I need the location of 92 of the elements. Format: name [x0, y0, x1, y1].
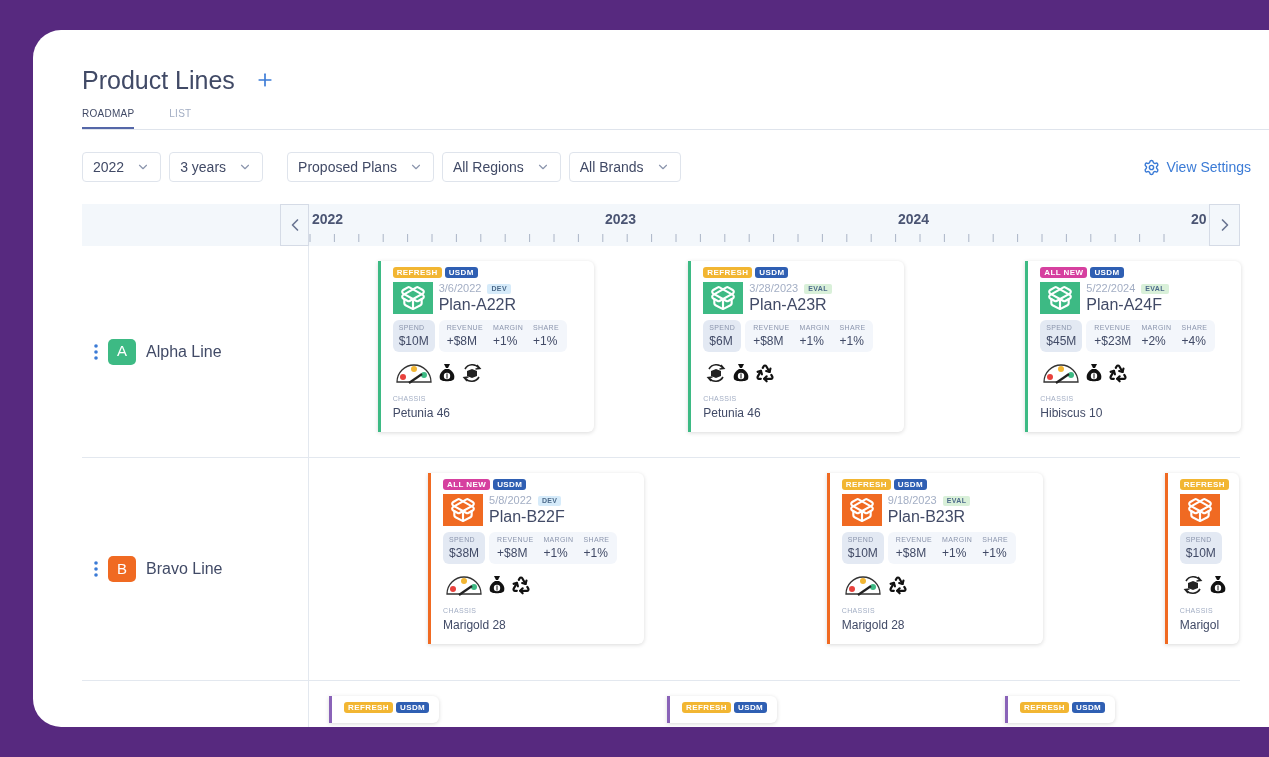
- type-badge: REFRESH: [682, 702, 732, 713]
- metric-value: +1%: [533, 333, 559, 349]
- chassis-name: Hibiscus 10: [1040, 405, 1104, 422]
- metric-value: +1%: [492, 333, 519, 349]
- gauge-icon: [445, 573, 484, 596]
- line-avatar: A: [108, 338, 136, 365]
- metric-value: +$23M: [1094, 333, 1132, 349]
- rotating-box-icon: [460, 361, 483, 384]
- recycle-icon: [887, 574, 908, 595]
- open-box-icon: [848, 497, 875, 523]
- metric-value: +$8M: [895, 545, 928, 561]
- type-badge: USDM: [1090, 267, 1124, 278]
- recycle-icon: [511, 574, 532, 595]
- year-label: 2024: [897, 209, 931, 229]
- open-box-icon: [710, 285, 737, 311]
- gauge-icon: [843, 573, 882, 596]
- metric-value: +2%: [1141, 333, 1167, 349]
- money-bag-icon: [733, 362, 750, 383]
- plan-name: Plan-B23R: [887, 507, 967, 526]
- metric-value: +$8M: [497, 545, 529, 561]
- metric-value: +1%: [583, 545, 609, 561]
- filter-dropdown[interactable]: All Regions: [441, 152, 561, 182]
- open-box-icon: [1047, 285, 1074, 311]
- year-label: 20: [1190, 209, 1208, 229]
- filter-dropdown[interactable]: All Brands: [568, 152, 681, 182]
- page-title: Product Lines: [82, 65, 235, 96]
- chassis-name: Marigold 28: [841, 617, 906, 634]
- plan-card[interactable]: REFRESH USDM: [329, 696, 440, 723]
- plan-card[interactable]: REFRESH USDM: [667, 696, 778, 723]
- money-bag-icon: [1086, 362, 1103, 383]
- gauge-icon: [394, 361, 433, 384]
- plan-name: Plan-A23R: [749, 295, 828, 314]
- type-badge: REFRESH: [392, 267, 442, 278]
- recycle-icon: [1108, 362, 1129, 383]
- plan-name: Plan-A22R: [438, 295, 516, 314]
- money-bag-icon: [438, 362, 455, 383]
- plan-date: 3/28/2023: [749, 282, 799, 295]
- gauge-icon: [1042, 361, 1081, 384]
- rotating-box-icon: [1181, 573, 1204, 596]
- metric-value: +$8M: [753, 333, 785, 349]
- filter-dropdown[interactable]: 3 years: [169, 152, 264, 182]
- filter-dropdown[interactable]: Proposed Plans: [287, 152, 434, 182]
- line-avatar: B: [108, 556, 136, 582]
- type-badge: REFRESH: [703, 267, 753, 278]
- rotating-box-icon: [705, 361, 728, 384]
- type-badge: ALL NEW: [1040, 267, 1088, 278]
- line-name: Bravo Line: [146, 559, 223, 579]
- money-bag-icon: [489, 574, 506, 595]
- plan-name: Plan-B22F: [489, 507, 565, 526]
- more-options-icon[interactable]: [94, 561, 98, 577]
- plan-name: Plan-A24F: [1086, 295, 1163, 314]
- open-box-icon: [1186, 497, 1213, 523]
- year-label: 2023: [604, 209, 638, 229]
- metric-value: +4%: [1181, 333, 1207, 349]
- type-badge: USDM: [893, 479, 927, 490]
- open-box-icon: [399, 285, 426, 311]
- type-badge: USDM: [493, 479, 527, 490]
- metric-value: +1%: [942, 545, 968, 561]
- line-name: Alpha Line: [146, 341, 222, 362]
- open-box-icon: [450, 497, 477, 523]
- view-settings-link[interactable]: View Settings: [1143, 156, 1251, 178]
- type-badge: REFRESH: [841, 479, 891, 490]
- type-badge: USDM: [444, 267, 478, 278]
- type-badge: USDM: [734, 702, 768, 713]
- type-badge: USDM: [1072, 702, 1106, 713]
- type-badge: REFRESH: [1020, 702, 1070, 713]
- metric-value: +$8M: [446, 333, 479, 349]
- chassis-name: Marigold 28: [443, 617, 507, 634]
- filter-dropdown[interactable]: 2022: [82, 152, 162, 182]
- money-bag-icon: [1209, 574, 1226, 595]
- settings-icon: [1143, 158, 1161, 176]
- more-options-icon[interactable]: [94, 343, 98, 360]
- view-tab[interactable]: ROADMAP: [82, 104, 135, 129]
- recycle-icon: [755, 362, 776, 383]
- plan-date: 5/22/2024: [1086, 282, 1136, 295]
- plan-date: 9/18/2023: [887, 494, 937, 507]
- metric-value: +1%: [543, 545, 569, 561]
- metric-value: +1%: [839, 333, 865, 349]
- plan-card[interactable]: REFRESH USDM: [1005, 696, 1116, 723]
- plan-date: 5/8/2022: [489, 494, 532, 507]
- metric-value: +1%: [982, 545, 1008, 561]
- year-label: 2022: [311, 209, 345, 229]
- type-badge: REFRESH: [1179, 479, 1229, 490]
- chassis-name: Petunia 46: [703, 405, 762, 422]
- type-badge: ALL NEW: [443, 479, 491, 490]
- chassis-name: Marigol: [1179, 617, 1221, 634]
- type-badge: USDM: [755, 267, 789, 278]
- plan-date: 3/6/2022: [438, 282, 482, 295]
- type-badge: USDM: [396, 702, 430, 713]
- metric-value: +1%: [799, 333, 825, 349]
- type-badge: REFRESH: [344, 702, 394, 713]
- chassis-name: Petunia 46: [392, 405, 452, 422]
